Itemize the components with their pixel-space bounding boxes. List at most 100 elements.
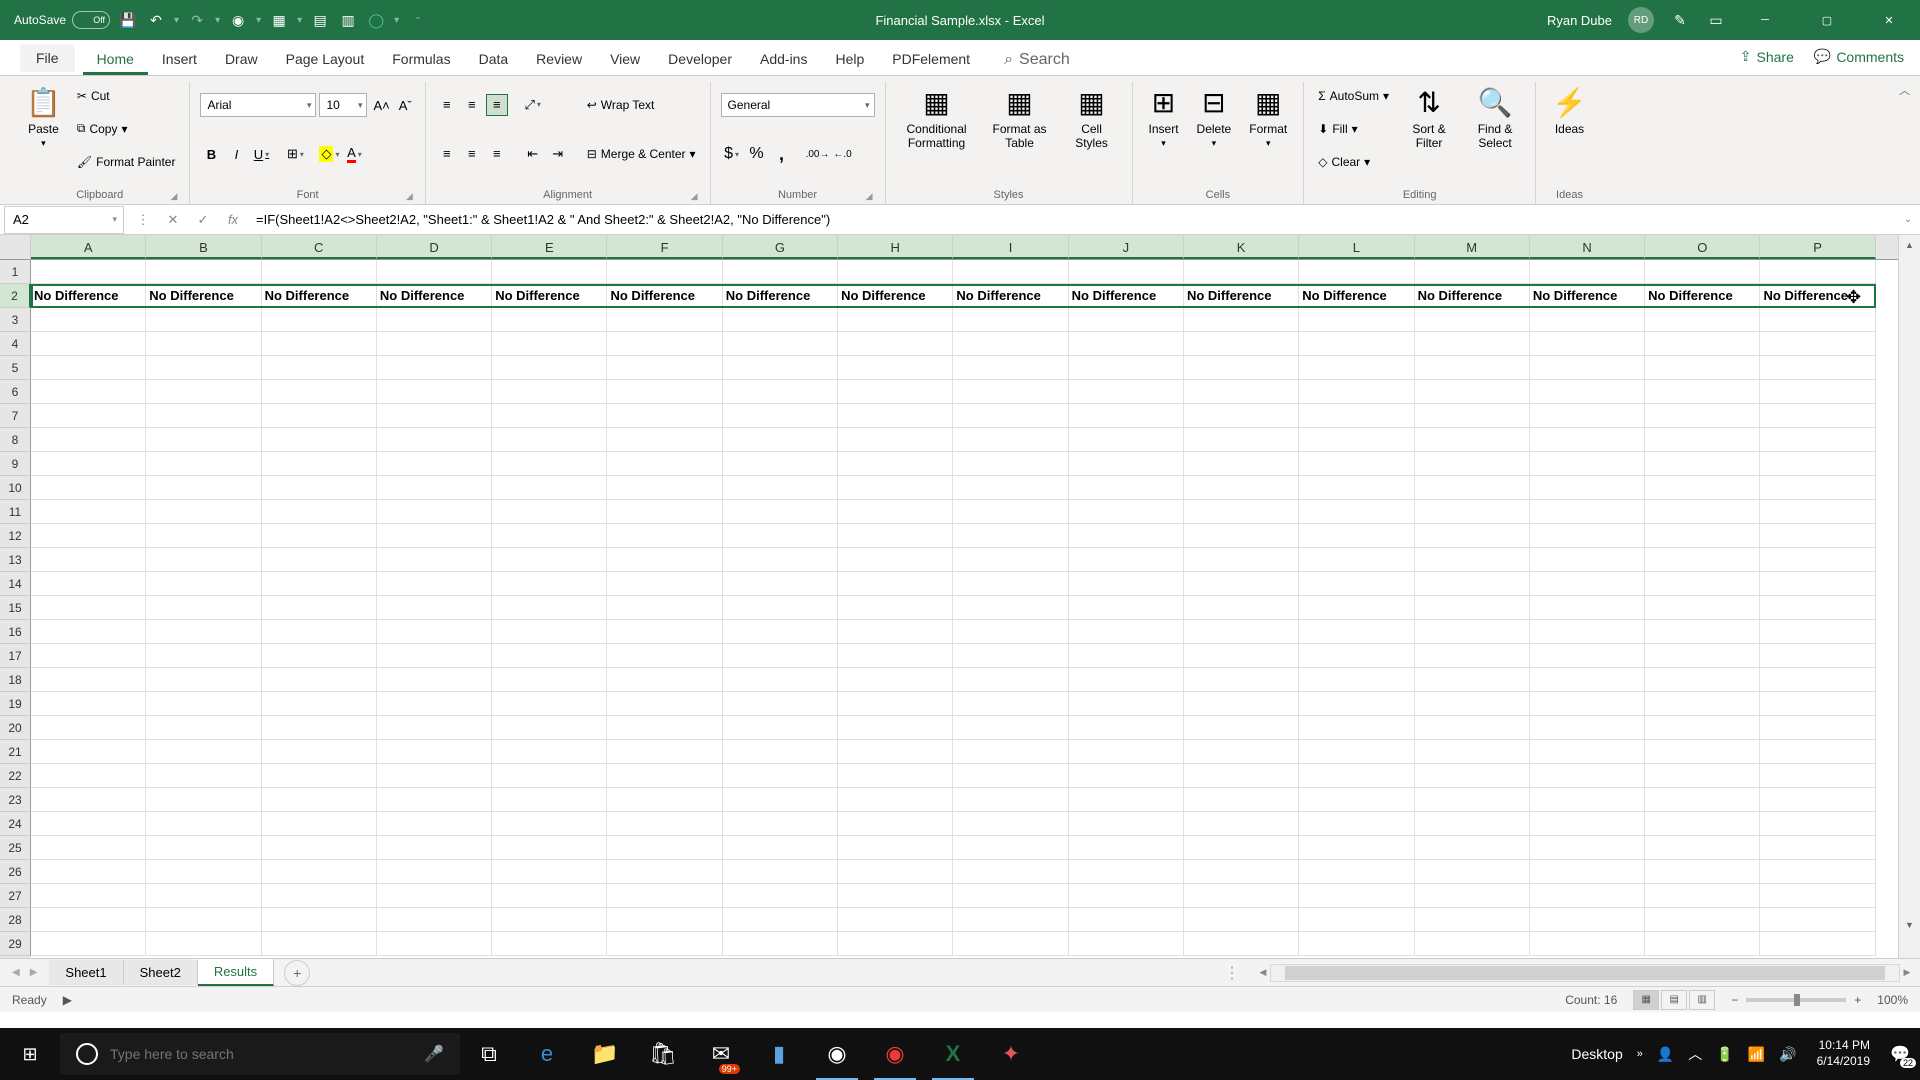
tab-developer[interactable]: Developer — [654, 43, 746, 75]
column-header[interactable]: O — [1645, 235, 1760, 259]
cell[interactable] — [262, 764, 377, 788]
cell[interactable] — [1069, 692, 1184, 716]
cell[interactable] — [838, 500, 953, 524]
cell[interactable] — [146, 836, 261, 860]
sync-icon[interactable]: ✎ — [1670, 10, 1690, 30]
cell[interactable] — [262, 668, 377, 692]
cell[interactable] — [1645, 500, 1760, 524]
cell[interactable] — [262, 404, 377, 428]
cell[interactable] — [1184, 692, 1299, 716]
cell[interactable] — [723, 356, 838, 380]
cell[interactable] — [953, 476, 1068, 500]
cell[interactable] — [1530, 788, 1645, 812]
cell[interactable] — [377, 668, 492, 692]
align-right-button[interactable]: ≡ — [486, 143, 508, 165]
cell[interactable] — [1415, 884, 1530, 908]
maximize-button[interactable]: ▢ — [1804, 0, 1850, 40]
cell[interactable] — [1069, 740, 1184, 764]
tab-insert[interactable]: Insert — [148, 43, 211, 75]
row-header[interactable]: 15 — [0, 596, 31, 620]
cell[interactable] — [723, 740, 838, 764]
cell[interactable] — [262, 812, 377, 836]
cell[interactable] — [1069, 428, 1184, 452]
menu-icon[interactable]: ⋮ — [128, 206, 158, 234]
cell[interactable] — [1530, 596, 1645, 620]
cell[interactable] — [31, 500, 146, 524]
delete-cells-button[interactable]: ⊟Delete▾ — [1191, 82, 1238, 151]
volume-icon[interactable]: 🔊 — [1779, 1046, 1796, 1063]
cell[interactable] — [1299, 812, 1414, 836]
cell[interactable] — [723, 524, 838, 548]
align-middle-button[interactable]: ≡ — [461, 94, 483, 116]
edge-icon[interactable]: e — [518, 1028, 576, 1080]
cell[interactable] — [492, 620, 607, 644]
cell[interactable] — [377, 812, 492, 836]
cell[interactable] — [1299, 548, 1414, 572]
cell[interactable] — [1760, 692, 1875, 716]
cell[interactable] — [1069, 668, 1184, 692]
cell[interactable] — [1645, 308, 1760, 332]
cell[interactable] — [31, 812, 146, 836]
cell[interactable] — [492, 884, 607, 908]
cell[interactable] — [723, 668, 838, 692]
cell[interactable] — [31, 644, 146, 668]
cell[interactable] — [1299, 668, 1414, 692]
column-header[interactable]: C — [262, 235, 377, 259]
cell[interactable] — [1184, 884, 1299, 908]
vivaldi-icon[interactable]: ◉ — [866, 1028, 924, 1080]
cell[interactable] — [607, 476, 722, 500]
chrome-icon[interactable]: ◉ — [808, 1028, 866, 1080]
cell[interactable] — [1760, 500, 1875, 524]
cell[interactable] — [1299, 404, 1414, 428]
name-box[interactable]: A2 — [4, 206, 124, 234]
cell[interactable] — [1069, 548, 1184, 572]
app-icon-2[interactable]: ✦ — [982, 1028, 1040, 1080]
cell[interactable] — [1760, 788, 1875, 812]
cell[interactable] — [838, 692, 953, 716]
cell[interactable] — [838, 596, 953, 620]
cell[interactable] — [1415, 716, 1530, 740]
align-top-button[interactable]: ≡ — [436, 94, 458, 116]
cell[interactable] — [953, 428, 1068, 452]
cell[interactable] — [1415, 380, 1530, 404]
font-name-combo[interactable]: Arial — [200, 93, 316, 117]
cell[interactable] — [1760, 836, 1875, 860]
cell[interactable] — [607, 764, 722, 788]
cell[interactable] — [607, 812, 722, 836]
cell[interactable] — [607, 788, 722, 812]
zoom-slider[interactable]: − + — [1731, 993, 1861, 1007]
cell[interactable] — [492, 716, 607, 740]
cell[interactable] — [1069, 812, 1184, 836]
cell[interactable] — [262, 788, 377, 812]
clipboard-launcher-icon[interactable]: ◢ — [171, 191, 178, 202]
cell[interactable] — [838, 836, 953, 860]
cell[interactable] — [1415, 500, 1530, 524]
cell[interactable] — [1645, 740, 1760, 764]
cell[interactable] — [146, 860, 261, 884]
cell[interactable] — [1184, 308, 1299, 332]
cell[interactable] — [377, 428, 492, 452]
cell[interactable] — [1069, 716, 1184, 740]
cell[interactable] — [1415, 548, 1530, 572]
cell[interactable] — [146, 548, 261, 572]
cell[interactable] — [1645, 428, 1760, 452]
merge-center-button[interactable]: ⊟Merge & Center ▾ — [583, 144, 700, 164]
find-select-button[interactable]: 🔍Find & Select — [1465, 82, 1525, 152]
cell[interactable] — [1760, 404, 1875, 428]
cell[interactable] — [723, 692, 838, 716]
cell[interactable] — [1069, 500, 1184, 524]
cell[interactable] — [377, 644, 492, 668]
cell[interactable] — [607, 692, 722, 716]
cell[interactable] — [262, 500, 377, 524]
cell[interactable] — [1069, 644, 1184, 668]
cell[interactable] — [146, 740, 261, 764]
cell[interactable] — [1645, 548, 1760, 572]
cell[interactable] — [723, 428, 838, 452]
qat-icon-4[interactable]: ▥ — [338, 10, 358, 30]
cell[interactable] — [262, 716, 377, 740]
row-header[interactable]: 19 — [0, 692, 31, 716]
cell[interactable] — [262, 428, 377, 452]
cell[interactable]: No Difference — [607, 284, 722, 308]
cell[interactable] — [838, 356, 953, 380]
cell[interactable] — [838, 308, 953, 332]
